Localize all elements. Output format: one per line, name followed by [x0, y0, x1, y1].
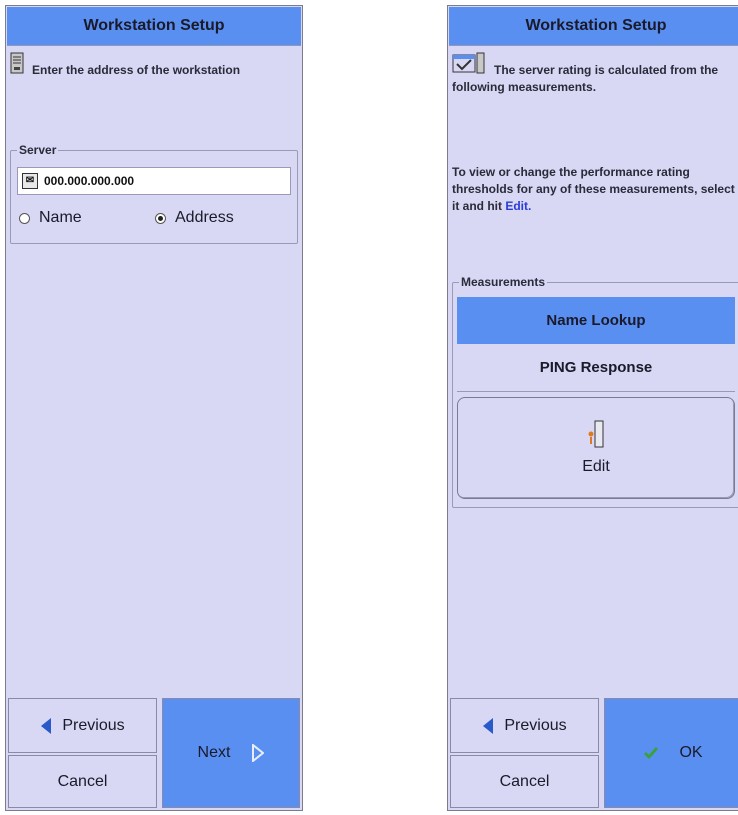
measurement-item-label: Name Lookup [546, 312, 646, 329]
workstation-icon [10, 52, 24, 79]
edit-button[interactable]: Edit [457, 397, 735, 499]
info-text-block: To view or change the performance rating… [452, 164, 738, 215]
ok-button-label: OK [679, 744, 703, 761]
panel-title: Workstation Setup [449, 7, 738, 46]
measurement-item-ping-response[interactable]: PING Response [457, 344, 735, 392]
measurements-group: Measurements Name Lookup PING Response E… [452, 275, 738, 508]
radio-address-option[interactable]: Address [155, 209, 234, 227]
previous-button-label: Previous [62, 716, 125, 734]
intro-text-block: The server rating is calculated from the… [452, 52, 738, 96]
intro-text: The server rating is calculated from the… [452, 63, 719, 94]
intro-text: Enter the address of the workstation [32, 63, 241, 77]
previous-button[interactable]: Previous [450, 698, 599, 753]
cancel-button-label: Cancel [499, 772, 550, 790]
next-button-label: Next [197, 744, 231, 761]
previous-button[interactable]: Previous [8, 698, 157, 753]
left-arrow-icon [483, 717, 494, 734]
checkmark-icon [644, 747, 659, 760]
edit-threshold-icon [588, 420, 604, 448]
measurements-group-legend: Measurements [459, 275, 548, 289]
cancel-button[interactable]: Cancel [450, 755, 599, 808]
info-text: To view or change the performance rating… [452, 165, 735, 213]
intro-text-block: Enter the address of the workstation [10, 52, 298, 79]
edit-link[interactable]: Edit. [505, 199, 531, 213]
left-arrow-icon [41, 717, 52, 734]
ok-button[interactable]: OK [604, 698, 738, 808]
radio-address-button[interactable] [155, 212, 166, 224]
right-arrow-icon [252, 744, 265, 762]
cancel-button-label: Cancel [57, 772, 108, 790]
cancel-button[interactable]: Cancel [8, 755, 157, 808]
radio-address-label: Address [175, 209, 234, 226]
server-group-legend: Server [17, 143, 59, 157]
server-group: Server ✉ Name Address [10, 143, 298, 244]
workstation-setup-panel-left: Workstation Setup Enter the address of t… [5, 5, 303, 811]
server-address-field[interactable]: ✉ [17, 167, 291, 195]
server-rating-icon [452, 52, 486, 79]
previous-button-label: Previous [504, 716, 567, 734]
radio-name-button[interactable] [19, 212, 30, 224]
address-entry-icon: ✉ [22, 173, 38, 189]
next-button[interactable]: Next [162, 698, 300, 808]
measurement-item-label: PING Response [539, 359, 653, 376]
panel-title: Workstation Setup [7, 7, 301, 46]
radio-name-label: Name [39, 209, 82, 226]
workstation-setup-panel-right: Workstation Setup The server rating is c… [447, 5, 738, 811]
measurement-item-name-lookup[interactable]: Name Lookup [457, 297, 735, 344]
edit-button-label: Edit [582, 458, 610, 475]
radio-name-option[interactable]: Name [19, 209, 82, 227]
server-address-input[interactable] [44, 174, 244, 188]
